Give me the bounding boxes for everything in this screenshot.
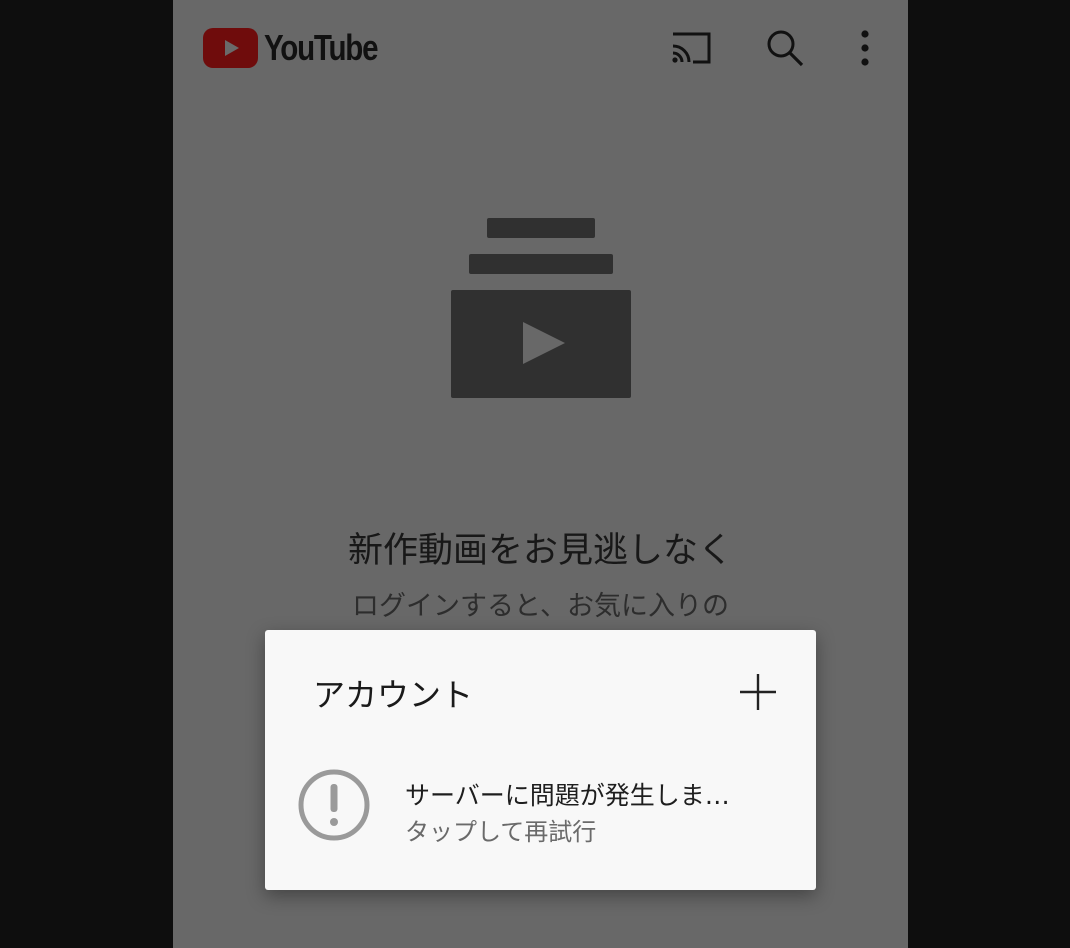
empty-state-headline: 新作動画をお見逃しなく xyxy=(347,531,733,571)
alert-circle-icon xyxy=(297,768,371,842)
account-dialog: アカウント サーバーに問題が発生しま… タップして再試行 xyxy=(265,630,816,890)
youtube-logo[interactable]: YouTube xyxy=(203,26,402,70)
plus-icon[interactable] xyxy=(736,670,780,714)
more-vert-icon[interactable] xyxy=(843,26,887,70)
error-title: サーバーに問題が発生しま… xyxy=(405,781,730,810)
app-bar: YouTube xyxy=(173,0,908,96)
logo-text: YouTube xyxy=(264,27,379,68)
error-retry-row[interactable]: サーバーに問題が発生しま… タップして再試行 xyxy=(297,768,787,848)
empty-state-subline: ログインすると、お気に入りの xyxy=(352,591,729,622)
phone-screen: YouTube 新作動画をお見逃しなく ログインすると、お気に入りの アカウント… xyxy=(173,0,908,948)
cast-icon[interactable] xyxy=(669,26,713,70)
search-icon[interactable] xyxy=(763,26,807,70)
subscriptions-icon xyxy=(451,218,631,400)
dialog-title: アカウント xyxy=(313,676,474,714)
retry-label: タップして再試行 xyxy=(405,818,597,846)
youtube-play-icon xyxy=(203,28,258,68)
